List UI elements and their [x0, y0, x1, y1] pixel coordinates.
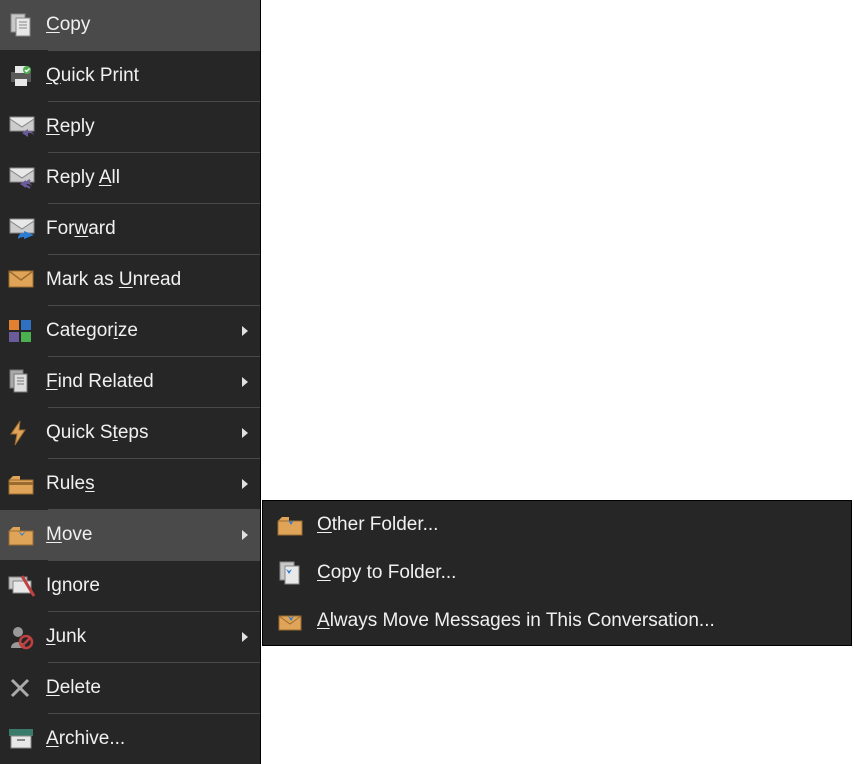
move-icon: [8, 521, 46, 549]
menu-item-reply[interactable]: Reply: [0, 102, 260, 152]
rules-icon: [8, 470, 46, 498]
menu-label-quick-steps: Quick Steps: [46, 422, 242, 444]
menu-item-quick-print[interactable]: Quick Print: [0, 51, 260, 101]
menu-label-categorize: Categorize: [46, 320, 242, 342]
menu-item-archive[interactable]: Archive...: [0, 714, 260, 764]
chevron-right-icon: [242, 530, 248, 540]
menu-label-rules: Rules: [46, 473, 242, 495]
menu-label-forward: Forward: [46, 218, 252, 240]
menu-item-find-related[interactable]: Find Related: [0, 357, 260, 407]
reply-all-icon: [8, 164, 46, 192]
forward-icon: [8, 215, 46, 243]
submenu-item-always-move[interactable]: Always Move Messages in This Conversatio…: [263, 597, 851, 645]
menu-label-ignore: Ignore: [46, 575, 252, 597]
submenu-item-copy-to-folder[interactable]: Copy to Folder...: [263, 549, 851, 597]
menu-label-reply: Reply: [46, 116, 252, 138]
submenu-label-copy-to-folder: Copy to Folder...: [317, 562, 843, 584]
menu-label-copy: Copy: [46, 14, 252, 36]
menu-item-move[interactable]: Move: [0, 510, 260, 560]
reply-icon: [8, 113, 46, 141]
menu-label-move: Move: [46, 524, 242, 546]
submenu-label-other-folder: Other Folder...: [317, 514, 843, 536]
menu-item-delete[interactable]: Delete: [0, 663, 260, 713]
menu-item-ignore[interactable]: Ignore: [0, 561, 260, 611]
ignore-icon: [8, 572, 46, 600]
folder-move-icon: [271, 511, 317, 539]
copy-icon: [8, 11, 46, 39]
menu-item-rules[interactable]: Rules: [0, 459, 260, 509]
menu-label-reply-all: Reply All: [46, 167, 252, 189]
bolt-icon: [8, 419, 46, 447]
find-icon: [8, 368, 46, 396]
archive-icon: [8, 725, 46, 753]
chevron-right-icon: [242, 377, 248, 387]
delete-icon: [8, 674, 46, 702]
menu-item-reply-all[interactable]: Reply All: [0, 153, 260, 203]
submenu-item-other-folder[interactable]: Other Folder...: [263, 501, 851, 549]
menu-item-junk[interactable]: Junk: [0, 612, 260, 662]
context-menu: Copy Quick Print Reply Reply All Forward…: [0, 0, 261, 764]
copy-folder-icon: [271, 559, 317, 587]
menu-label-quick-print: Quick Print: [46, 65, 252, 87]
menu-label-find-related: Find Related: [46, 371, 242, 393]
menu-item-mark-unread[interactable]: Mark as Unread: [0, 255, 260, 305]
chevron-right-icon: [242, 479, 248, 489]
submenu-label-always-move: Always Move Messages in This Conversatio…: [317, 610, 843, 632]
menu-item-quick-steps[interactable]: Quick Steps: [0, 408, 260, 458]
menu-item-forward[interactable]: Forward: [0, 204, 260, 254]
move-submenu: Other Folder... Copy to Folder... Always…: [262, 500, 852, 646]
chevron-right-icon: [242, 632, 248, 642]
menu-item-categorize[interactable]: Categorize: [0, 306, 260, 356]
menu-item-copy[interactable]: Copy: [0, 0, 260, 50]
mail-icon: [8, 266, 46, 294]
mail-move-icon: [271, 607, 317, 635]
menu-label-mark-unread: Mark as Unread: [46, 269, 252, 291]
chevron-right-icon: [242, 428, 248, 438]
menu-label-archive: Archive...: [46, 728, 252, 750]
junk-icon: [8, 623, 46, 651]
menu-label-junk: Junk: [46, 626, 242, 648]
print-icon: [8, 62, 46, 90]
menu-label-delete: Delete: [46, 677, 252, 699]
chevron-right-icon: [242, 326, 248, 336]
categorize-icon: [8, 317, 46, 345]
